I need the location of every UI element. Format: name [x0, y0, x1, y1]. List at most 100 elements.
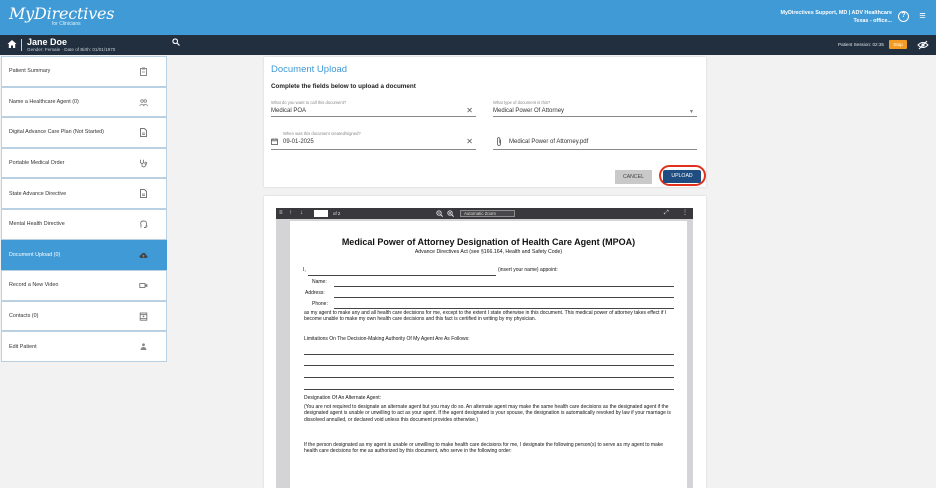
sidebar-toggle-icon[interactable]: ≡ — [279, 209, 283, 218]
stop-session-button[interactable]: Stop — [889, 40, 907, 49]
sidebar-item-patient-summary[interactable]: Patient Summary — [1, 56, 167, 87]
file-field[interactable]: Medical Power of Attorney.pdf — [493, 137, 697, 150]
sidebar-item-contacts[interactable]: Contacts (0) — [1, 300, 167, 332]
sidebar-item-digital-care-plan[interactable]: Digital Advance Care Plan (Not Started) — [1, 117, 167, 148]
person-icon — [140, 343, 147, 351]
phone-line — [334, 308, 674, 309]
sidebar-item-record-video[interactable]: Record a New Video — [1, 270, 167, 301]
field-underline — [493, 149, 697, 150]
logo-subtitle: for Clinicians — [52, 21, 81, 27]
sidebar-item-label: State Advance Directive — [9, 190, 67, 197]
home-icon[interactable] — [7, 39, 17, 49]
sidebar-item-label: Contacts (0) — [9, 313, 39, 320]
line-i-label: I, — [303, 267, 306, 273]
document-date-label: When was this document created/signed? — [283, 131, 361, 136]
limitations-heading: Limitations On The Decision-Making Autho… — [304, 336, 470, 342]
field-underline — [271, 149, 476, 150]
insert-name-label: (insert your name) appoint: — [498, 267, 558, 273]
zoom-out-icon[interactable] — [436, 210, 443, 217]
page-count: of 2 — [333, 211, 341, 216]
document-name-input[interactable]: Medical POA — [271, 108, 476, 114]
sidebar-item-label: Patient Summary — [9, 68, 51, 75]
sidebar-item-document-upload[interactable]: Document Upload (0) — [1, 239, 167, 271]
patient-details: Gender: Female · Date of Birth: 01/01/19… — [27, 47, 116, 52]
pdf-toolbar: ≡ ↑ ↓ of 2 Automatic Zoom ⤢ ⋮ — [276, 208, 693, 219]
session-timer: Patient Session: 02:35 — [838, 42, 884, 47]
sidebar-item-label: Record a New Video — [9, 282, 59, 289]
patient-bar: Jane Doe Gender: Female · Date of Birth:… — [0, 35, 936, 55]
stethoscope-icon — [140, 159, 148, 168]
patient-name: Jane Doe — [27, 37, 68, 47]
pdf-viewer[interactable]: ≡ ↑ ↓ of 2 Automatic Zoom ⤢ ⋮ Medical Po… — [276, 208, 693, 488]
name-line — [334, 286, 674, 287]
menu-icon[interactable]: ≡ — [917, 11, 928, 22]
account-info[interactable]: MyDirectives Support, MD | ADV Healthcar… — [780, 9, 892, 25]
address-line — [334, 297, 674, 298]
upload-button[interactable]: UPLOAD — [663, 170, 701, 183]
pdf-page: Medical Power of Attorney Designation of… — [290, 221, 687, 488]
help-icon[interactable]: ? — [898, 11, 909, 22]
account-location: Texas - office... — [853, 18, 892, 24]
cancel-button[interactable]: CANCEL — [615, 170, 652, 184]
document-type-select[interactable]: Medical Power Of Attorney — [493, 108, 697, 114]
signature-line — [308, 275, 496, 276]
paperclip-icon — [497, 137, 501, 146]
fullscreen-icon[interactable]: ⤢ — [664, 209, 669, 218]
clear-icon[interactable]: ✕ — [466, 106, 473, 115]
next-page-icon[interactable]: ↓ — [300, 209, 303, 218]
document-subtitle: Advance Directives Act (see §166.164, He… — [414, 249, 563, 255]
document-type-field[interactable]: What type of document is this? Medical P… — [493, 100, 697, 117]
more-options-icon[interactable]: ⋮ — [682, 209, 688, 218]
sidebar-item-label: Portable Medical Order — [9, 160, 65, 167]
sidebar-item-edit-patient[interactable]: Edit Patient — [1, 331, 167, 362]
sidebar-item-label: Digital Advance Care Plan (Not Started) — [9, 129, 104, 136]
field-underline — [271, 116, 476, 117]
pdf-preview-card: ≡ ↑ ↓ of 2 Automatic Zoom ⤢ ⋮ Medical Po… — [264, 196, 706, 488]
head-icon — [140, 220, 148, 228]
divider — [21, 39, 22, 51]
upload-instructions: Complete the fields below to upload a do… — [271, 83, 416, 90]
clear-icon[interactable]: ✕ — [466, 137, 473, 146]
document-icon — [140, 128, 147, 138]
previous-page-icon[interactable]: ↑ — [289, 209, 292, 218]
field-underline — [493, 116, 697, 117]
file-name: Medical Power of Attorney.pdf — [509, 139, 589, 145]
limitations-line — [304, 365, 674, 366]
limitations-line — [304, 377, 674, 378]
document-date-field[interactable]: When was this document created/signed? 0… — [271, 131, 476, 150]
clipboard-icon — [140, 67, 147, 76]
page-number-input[interactable] — [314, 210, 328, 217]
sidebar-item-portable-medical-order[interactable]: Portable Medical Order — [1, 147, 167, 179]
sidebar-item-label: Name a Healthcare Agent (0) — [9, 98, 79, 105]
zoom-in-icon[interactable] — [447, 210, 454, 217]
people-icon — [139, 98, 148, 106]
eye-off-icon[interactable] — [917, 40, 929, 50]
calendar-icon[interactable] — [271, 138, 278, 145]
alternate-agent-heading: Designation Of An Alternate Agent: — [304, 395, 381, 401]
document-name-field[interactable]: What do you want to call this document? … — [271, 100, 476, 117]
top-header: MyDirectives for Clinicians MyDirectives… — [0, 0, 936, 35]
document-date-input[interactable]: 09-01-2025 — [271, 139, 476, 145]
alternate-agent-paragraph: (You are not required to designate an al… — [304, 404, 671, 423]
document-upload-card: Document Upload Complete the fields belo… — [264, 57, 706, 187]
sidebar-nav: Patient Summary Name a Healthcare Agent … — [1, 56, 167, 362]
agent-address-label: Address: — [305, 290, 325, 296]
sidebar-item-state-advance-directive[interactable]: State Advance Directive — [1, 178, 167, 209]
video-icon — [139, 283, 148, 289]
authority-paragraph: as my agent to make any and all health c… — [304, 310, 667, 323]
sidebar-item-label: Document Upload (0) — [9, 251, 61, 258]
account-name: MyDirectives Support, MD | ADV Healthcar… — [780, 10, 892, 16]
alternate-order-paragraph: If the person designated as my agent is … — [304, 442, 664, 455]
page-title: Document Upload — [271, 64, 348, 75]
sidebar-item-healthcare-agent[interactable]: Name a Healthcare Agent (0) — [1, 86, 167, 118]
document-title: Medical Power of Attorney Designation of… — [341, 237, 636, 247]
sidebar-item-mental-health-directive[interactable]: Mental Health Directive — [1, 208, 167, 240]
chevron-down-icon[interactable]: ▼ — [689, 109, 694, 115]
zoom-select[interactable]: Automatic Zoom — [460, 210, 515, 217]
agent-name-label: Name: — [312, 279, 327, 285]
limitations-line — [304, 354, 674, 355]
document-name-label: What do you want to call this document? — [271, 100, 347, 105]
search-icon[interactable] — [172, 38, 180, 48]
limitations-line — [304, 389, 674, 390]
contacts-icon — [139, 312, 148, 321]
